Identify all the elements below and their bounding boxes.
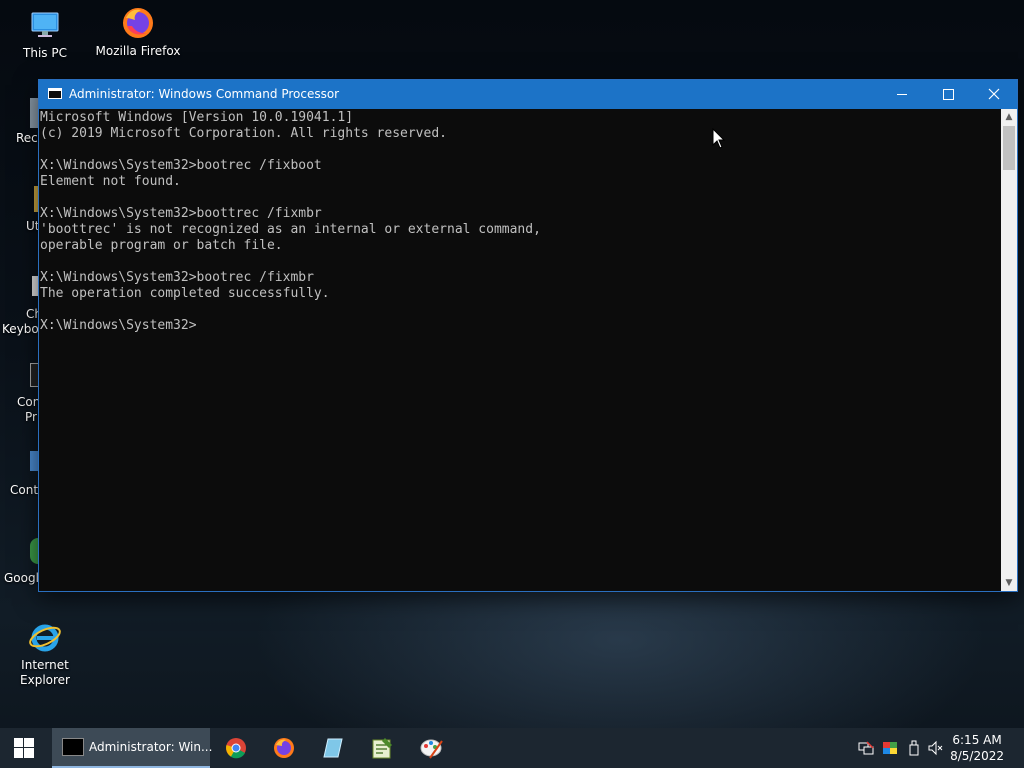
volume-muted-icon[interactable] [928, 740, 944, 756]
desktop-icon-control-panel-partial[interactable] [30, 451, 38, 471]
window-title: Administrator: Windows Command Processor [69, 87, 340, 101]
scroll-up-icon[interactable]: ▲ [1001, 109, 1017, 125]
console-output[interactable]: Microsoft Windows [Version 10.0.19041.1]… [39, 109, 1001, 591]
desktop-icon-internet-explorer[interactable]: Internet Explorer [0, 620, 90, 688]
desktop-icon-google-chrome-partial[interactable] [30, 538, 38, 564]
internet-explorer-icon [28, 620, 62, 654]
mouse-cursor-icon [712, 128, 726, 149]
app-icon [323, 738, 343, 758]
desktop-partial-label: Pr [25, 410, 37, 424]
minimize-button[interactable] [879, 80, 925, 109]
desktop-partial-label: Con [17, 395, 41, 409]
desktop-icon-this-pc[interactable]: This PC [0, 8, 90, 61]
maximize-button[interactable] [925, 80, 971, 109]
this-pc-icon [28, 8, 62, 42]
taskbar-item-chrome[interactable] [214, 728, 258, 768]
clock-time: 6:15 AM [952, 733, 1002, 747]
window-titlebar[interactable]: Administrator: Windows Command Processor [39, 80, 1017, 109]
taskbar-item-label: Administrator: Win... [89, 740, 213, 754]
clock-date: 8/5/2022 [950, 749, 1004, 763]
command-prompt-window[interactable]: Administrator: Windows Command Processor… [38, 79, 1018, 592]
taskbar-clock[interactable]: 6:15 AM 8/5/2022 [950, 732, 1004, 764]
usb-icon[interactable] [906, 740, 922, 756]
windows-logo-icon [14, 738, 34, 758]
firefox-icon [274, 738, 294, 758]
close-button[interactable] [971, 80, 1017, 109]
network-icon[interactable] [858, 740, 874, 756]
taskbar-item-command-prompt[interactable]: Administrator: Win... [52, 728, 213, 768]
desktop-icon-label: This PC [23, 46, 67, 60]
chrome-icon [226, 738, 246, 759]
minimize-icon [897, 94, 907, 95]
system-tray: 6:15 AM 8/5/2022 [854, 728, 1024, 768]
start-button[interactable] [0, 728, 48, 768]
close-icon [988, 88, 1000, 100]
vertical-scrollbar[interactable]: ▲ ▼ [1001, 109, 1017, 591]
desktop-partial-label: Googl [4, 571, 39, 585]
display-icon[interactable] [882, 740, 898, 756]
desktop-icon-label: Internet Explorer [20, 658, 70, 687]
paint-icon [420, 739, 443, 759]
taskbar-item-app[interactable] [311, 728, 355, 768]
desktop-icon-label: Mozilla Firefox [95, 44, 181, 58]
scrollbar-thumb[interactable] [1003, 126, 1015, 170]
taskbar: Administrator: Win... 6:15 AM 8/5/2022 [0, 728, 1024, 768]
notepad-icon [372, 738, 392, 759]
firefox-icon [121, 6, 155, 40]
taskbar-item-notepad[interactable] [360, 728, 404, 768]
maximize-icon [943, 89, 954, 100]
cmd-app-icon [48, 88, 62, 99]
cmd-icon [62, 738, 84, 756]
taskbar-item-paint[interactable] [410, 728, 454, 768]
taskbar-item-firefox[interactable] [262, 728, 306, 768]
desktop-icon-firefox[interactable]: Mozilla Firefox [93, 6, 183, 59]
desktop-icon-recycle-bin-partial[interactable] [30, 98, 38, 128]
scroll-down-icon[interactable]: ▼ [1001, 575, 1017, 591]
